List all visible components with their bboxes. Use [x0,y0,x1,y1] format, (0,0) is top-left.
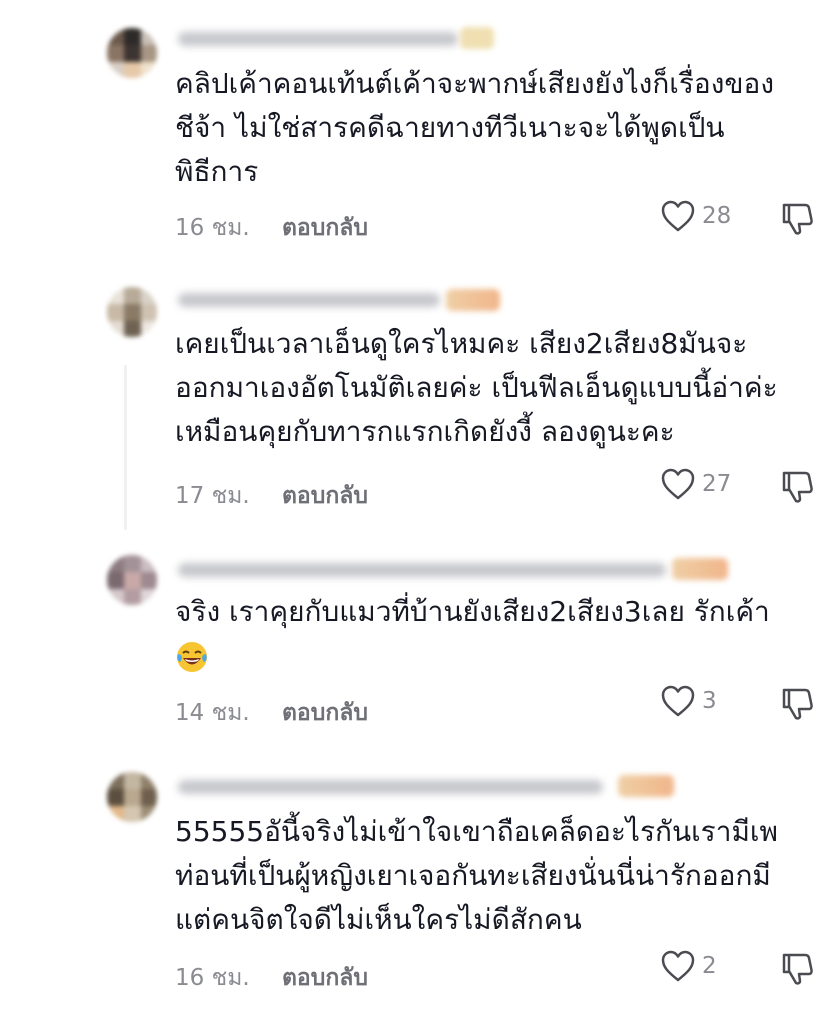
comment-text: เคยเป็นเวลาเอ็นดูใครไหมคะ เสียง2เสียง8มั… [175,327,778,448]
like-count: 3 [702,688,717,714]
reply-button[interactable]: ตอบกลับ [282,960,368,996]
username-emoji-blurred [446,289,500,311]
comment-timestamp: 16 ชม. [175,215,250,241]
dislike-button[interactable] [778,468,816,510]
username-blurred[interactable] [178,293,440,307]
username-blurred[interactable] [178,780,603,794]
like-button[interactable]: 3 [660,684,717,718]
heart-outline-icon [661,685,695,717]
heart-outline-icon [661,468,695,500]
thumbs-down-outline-icon [782,953,813,985]
dislike-button[interactable] [778,685,816,727]
avatar[interactable] [107,287,157,337]
thumbs-down-outline-icon [782,471,813,503]
comment-text: 55555อันี้จริงไม่เข้าใจเขาถือเคล็ดอะไรกั… [175,815,778,936]
heart-outline-icon [661,950,695,982]
username-blurred[interactable] [178,563,666,577]
reply-button[interactable]: ตอบกลับ [282,478,368,514]
like-button[interactable]: 27 [660,467,731,501]
comment-timestamp: 17 ชม. [175,483,250,509]
like-button[interactable]: 2 [660,949,717,983]
username-emoji-blurred [618,775,674,797]
like-count: 28 [702,203,732,229]
comment-text: คลิปเค้าคอนเท้นต์เค้าจะพากษ์เสียงยังไงก็… [175,67,775,188]
reply-button[interactable]: ตอบกลับ [282,695,368,731]
avatar[interactable] [107,28,157,78]
dislike-button[interactable] [778,200,816,242]
reply-button[interactable]: ตอบกลับ [282,210,368,246]
heart-outline-icon [661,200,695,232]
comment-timestamp: 14 ชม. [175,700,250,726]
comment-text: จริง เราคุยกับแมวที่บ้านยังเสียง2เสียง3เ… [175,590,825,678]
username-emoji-blurred [460,27,494,49]
thread-line [124,365,127,530]
like-count: 2 [702,953,717,979]
thumbs-down-outline-icon [782,203,813,235]
avatar[interactable] [107,772,157,822]
comment-timestamp: 16 ชม. [175,965,250,991]
thumbs-down-outline-icon [782,688,813,720]
laughing-tears-emoji [177,642,207,672]
like-button[interactable]: 28 [660,199,731,233]
like-count: 27 [702,471,732,497]
avatar[interactable] [107,555,157,605]
dislike-button[interactable] [778,950,816,992]
username-blurred[interactable] [178,32,458,46]
username-emoji-blurred [672,558,728,580]
